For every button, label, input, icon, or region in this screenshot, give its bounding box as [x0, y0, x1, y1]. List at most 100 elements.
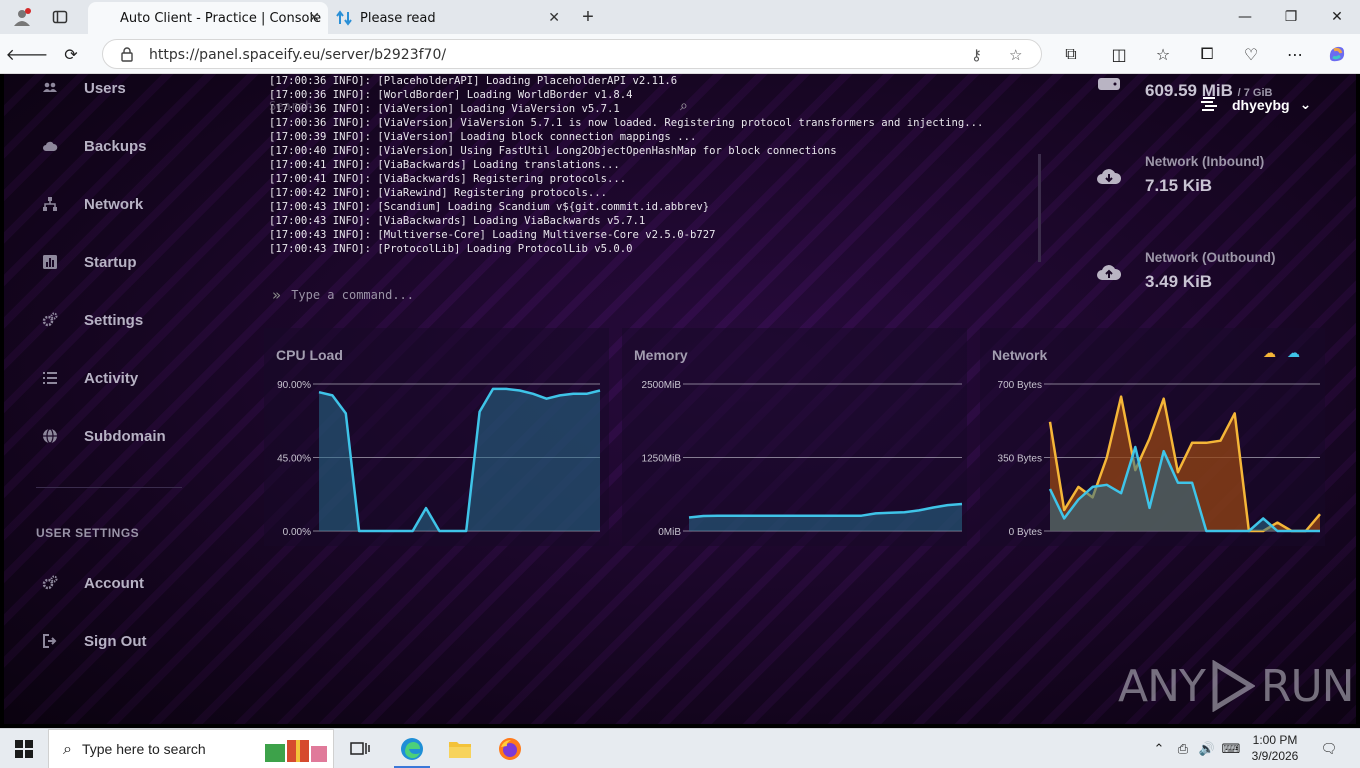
- sidebar-item-network[interactable]: Network: [42, 192, 143, 216]
- list-icon: [42, 370, 58, 386]
- series-area: [689, 504, 962, 531]
- console-line: [17:00:36 INFO]: [ViaVersion] ViaVersion…: [269, 117, 984, 129]
- key-icon[interactable]: ⚷: [971, 46, 982, 64]
- close-tab-icon[interactable]: ✕: [548, 10, 560, 26]
- edge-taskbar-icon[interactable]: [388, 729, 436, 768]
- gears-icon: [42, 575, 58, 591]
- address-bar[interactable]: https://panel.spaceify.eu/server/b2923f7…: [102, 39, 1042, 69]
- memory-icon: [1098, 78, 1120, 90]
- sidebar-item-account[interactable]: Account: [42, 571, 144, 595]
- console-line: [17:00:41 INFO]: [ViaBackwards] Loading …: [269, 159, 620, 171]
- tab-please-read[interactable]: Please read ✕: [328, 2, 568, 34]
- more-menu-icon[interactable]: ⋯: [1280, 40, 1310, 68]
- server-stack-icon: [1201, 97, 1217, 111]
- y-tick-label: 45.00%: [277, 454, 311, 465]
- extensions-icon[interactable]: ⧉: [1056, 40, 1086, 68]
- tab-title: Please read: [360, 10, 436, 26]
- sidebar-item-subdomain[interactable]: Subdomain: [42, 424, 166, 448]
- console-line: [17:00:41 INFO]: [ViaBackwards] Register…: [269, 173, 627, 185]
- y-tick-label: 1250MiB: [642, 454, 682, 465]
- favorite-star-icon[interactable]: ☆: [1009, 46, 1022, 64]
- transfer-icon: [336, 10, 352, 26]
- sidebar-item-label: Sign Out: [84, 632, 147, 650]
- play-logo-icon: [1212, 660, 1255, 712]
- restore-icon[interactable]: ❐: [1268, 0, 1314, 34]
- close-tab-icon[interactable]: ✕: [308, 10, 320, 26]
- network-tray-icon[interactable]: ⎙: [1172, 729, 1194, 768]
- series-area: [319, 388, 600, 531]
- taskbar-search-placeholder: Type here to search: [81, 741, 206, 757]
- show-hidden-icons[interactable]: ⌃: [1150, 729, 1168, 768]
- volume-icon[interactable]: 🔊: [1196, 729, 1218, 768]
- notifications-icon[interactable]: 🗨: [1314, 729, 1344, 768]
- minimize-icon[interactable]: —: [1222, 0, 1268, 34]
- sidebar: Users Backups Network Startup Settings A…: [4, 74, 184, 724]
- start-button[interactable]: [0, 729, 48, 768]
- profile-icon[interactable]: [6, 4, 38, 30]
- sign-out-icon: [42, 633, 58, 649]
- network-outbound-value: 3.49 KiB: [1145, 272, 1213, 291]
- y-tick-label: 700 Bytes: [998, 380, 1042, 391]
- file-explorer-icon[interactable]: [436, 729, 484, 768]
- console-line: [17:00:43 INFO]: [Scandium] Loading Scan…: [269, 201, 710, 213]
- browser-nav-bar: 🡐 ⟳ https://panel.spaceify.eu/server/b29…: [0, 34, 1360, 74]
- globe-icon: [42, 428, 58, 444]
- user-menu[interactable]: dhyeybg ⌄: [1200, 96, 1311, 114]
- sidebar-item-users[interactable]: Users: [42, 76, 126, 100]
- sidebar-item-label: Backups: [84, 137, 147, 155]
- sidebar-item-backups[interactable]: Backups: [42, 134, 147, 158]
- back-icon[interactable]: 🡐: [6, 40, 49, 68]
- sidebar-item-label: Network: [84, 195, 144, 213]
- reload-icon[interactable]: ⟳: [56, 40, 86, 68]
- sidebar-item-label: Subdomain: [84, 427, 166, 445]
- sidebar-item-startup[interactable]: Startup: [42, 250, 137, 274]
- users-icon: [42, 80, 58, 96]
- copilot-icon[interactable]: [1322, 40, 1352, 68]
- clock-date: 3/9/2026: [1251, 749, 1299, 763]
- search-icon[interactable]: ⌕: [680, 98, 688, 114]
- y-tick-label: 0MiB: [658, 527, 681, 538]
- url-text[interactable]: https://panel.spaceify.eu/server/b2923f7…: [149, 47, 446, 63]
- y-tick-label: 2500MiB: [642, 380, 682, 391]
- console-line: [17:00:43 INFO]: [Multiverse-Core] Loadi…: [269, 229, 716, 241]
- console-line: [17:00:40 INFO]: [ViaVersion] Using Fast…: [269, 145, 837, 157]
- close-window-icon[interactable]: ✕: [1314, 0, 1360, 34]
- collections-icon[interactable]: ⧠: [1192, 40, 1222, 68]
- network-chart: Network ☁ ☁ 700 Bytes 350 Bytes 0 Bytes: [980, 328, 1325, 546]
- chevron-right-icon: »: [272, 286, 282, 304]
- favorites-icon[interactable]: ☆: [1148, 40, 1178, 68]
- y-tick-label: 350 Bytes: [998, 454, 1042, 465]
- console-line: [17:00:43 INFO]: [ViaBackwards] Loading …: [269, 215, 646, 227]
- input-method-icon[interactable]: ⌨: [1220, 729, 1242, 768]
- memory-chart: Memory 2500MiB 1250MiB 0MiB: [622, 328, 967, 546]
- split-screen-icon[interactable]: ◫: [1104, 40, 1134, 68]
- clock[interactable]: 1:00 PM 3/9/2026: [1240, 732, 1310, 764]
- command-input[interactable]: [291, 288, 892, 302]
- sidebar-item-label: Users: [84, 79, 126, 97]
- sidebar-item-sign-out[interactable]: Sign Out: [42, 629, 147, 653]
- firefox-icon[interactable]: [486, 729, 534, 768]
- new-tab-button[interactable]: +: [572, 4, 604, 30]
- sidebar-item-activity[interactable]: Activity: [42, 366, 138, 390]
- cloud-upload-icon: [1097, 265, 1122, 280]
- tab-console[interactable]: Auto Client - Practice | Console ✕: [88, 2, 328, 34]
- console-line: [17:00:36 INFO]: [ViaVersion] Loading Vi…: [269, 103, 620, 115]
- task-view-icon[interactable]: [336, 729, 384, 768]
- browser-essentials-icon[interactable]: ♡: [1236, 40, 1266, 68]
- network-outbound-label: Network (Outbound): [1145, 250, 1276, 265]
- console-scrollbar[interactable]: [1038, 154, 1041, 262]
- cloud-icon: [42, 138, 58, 154]
- chart-icon: [42, 254, 58, 270]
- clock-time: 1:00 PM: [1252, 733, 1298, 747]
- sidebar-item-settings[interactable]: Settings: [42, 308, 143, 332]
- y-tick-label: 90.00%: [277, 380, 311, 391]
- console-output: [17:00:36 INFO]: [PlaceholderAPI] Loadin…: [264, 74, 1039, 264]
- console-line: [17:00:42 INFO]: [ViaRewind] Registering…: [269, 187, 608, 199]
- lock-icon[interactable]: [119, 46, 135, 62]
- network-icon: [42, 196, 58, 212]
- taskbar: ⌕ Type here to search ⌃ ⎙ 🔊 ⌨ 1:00 PM 3/…: [0, 728, 1360, 768]
- taskbar-search[interactable]: ⌕ Type here to search: [48, 729, 334, 768]
- memory-chart-plot: 2500MiB 1250MiB 0MiB: [642, 380, 963, 538]
- cpu-chart: CPU Load 90.00% 45.00% 0.00%: [264, 328, 609, 546]
- tab-actions-icon[interactable]: [44, 4, 76, 30]
